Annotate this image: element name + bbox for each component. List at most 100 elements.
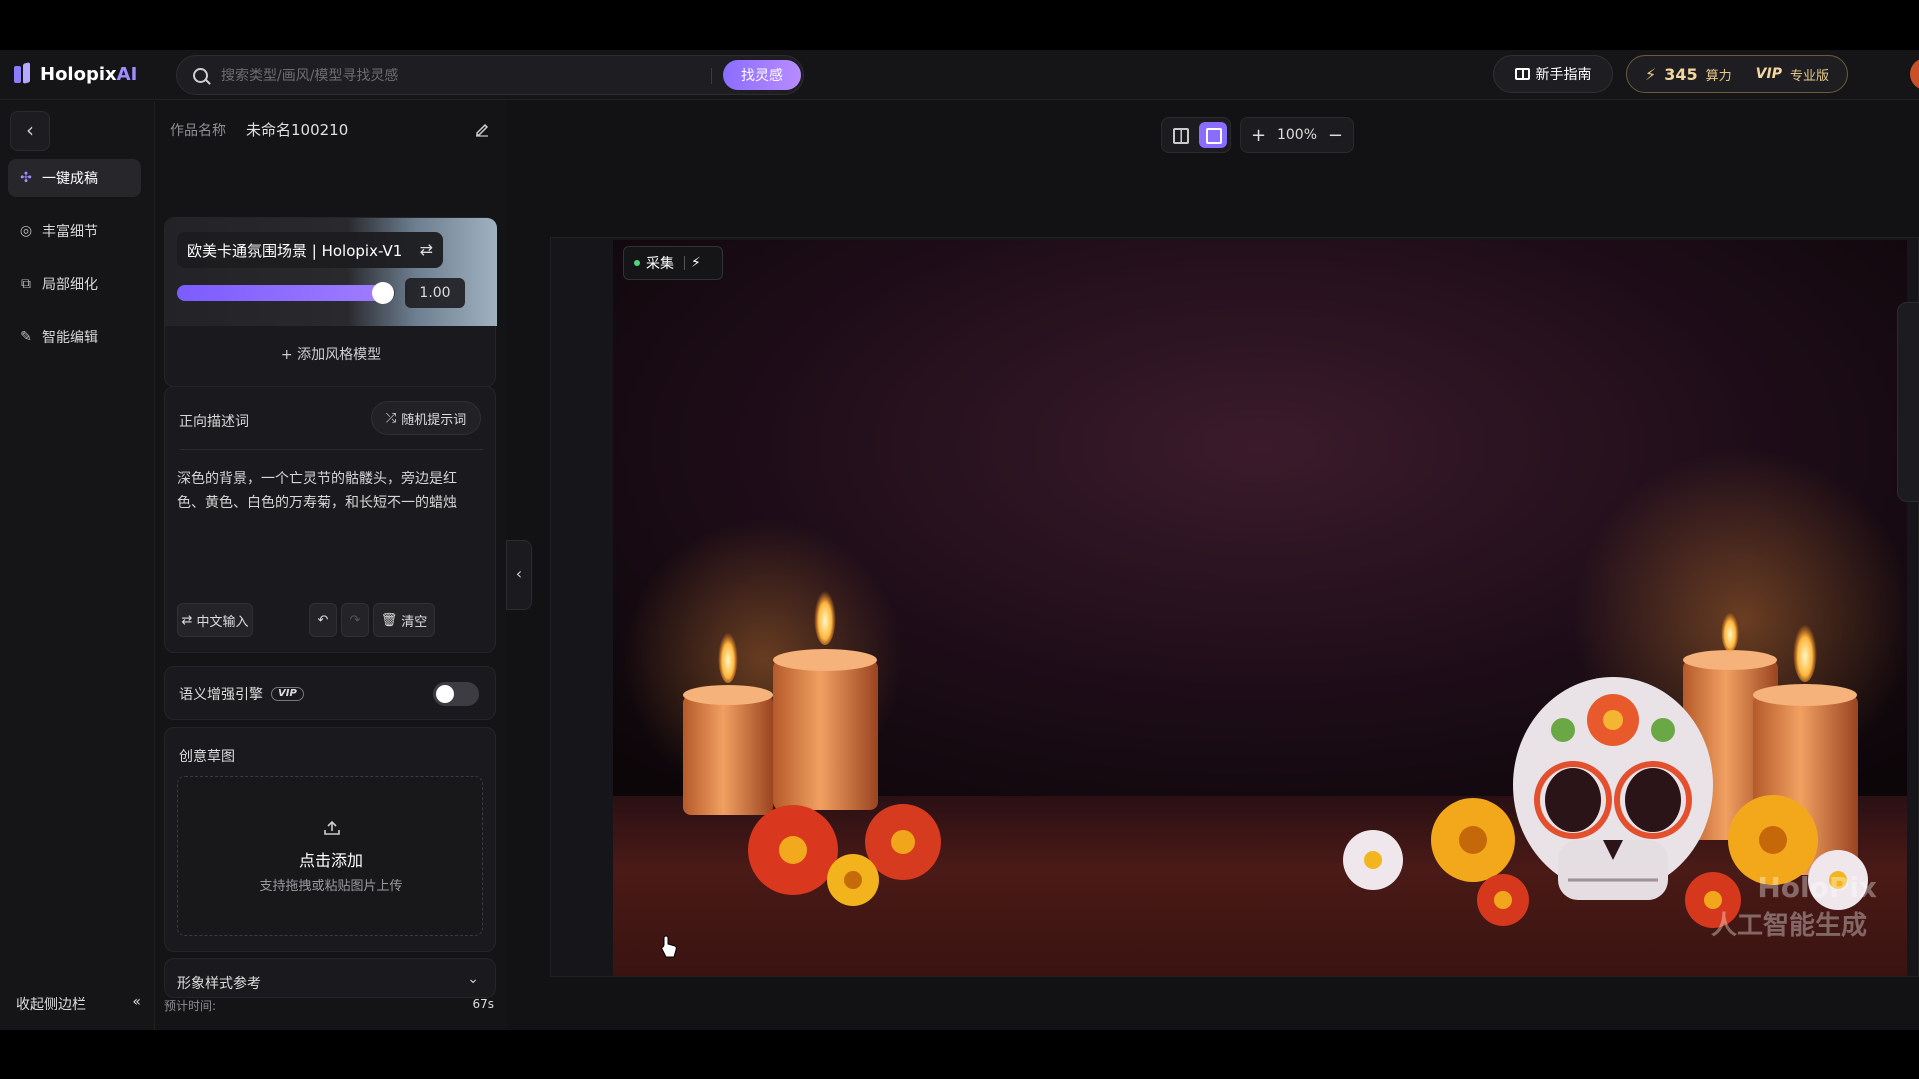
watermark-brand: HoloPix <box>1757 871 1877 904</box>
collapse-sidebar-button[interactable]: 收起侧边栏 « <box>16 994 141 1014</box>
chinese-input-label: 中文输入 <box>196 614 249 630</box>
double-chevron-left-icon: « <box>132 994 141 1010</box>
zoom-level: 100% <box>1276 127 1318 143</box>
nav-item-label: 一键成稿 <box>42 171 98 187</box>
zoom-in-button[interactable]: + <box>1251 125 1266 146</box>
detail-icon: ◎ <box>19 223 33 239</box>
collect-label: 采集 <box>646 256 674 272</box>
trash-icon: 🗑 <box>380 612 398 628</box>
engine-label-row: 语义增强引擎 VIP <box>179 684 304 704</box>
semantic-engine-toggle[interactable] <box>433 682 479 706</box>
bolt-icon: ⚡ <box>1645 64 1657 84</box>
vip-badge: VIP <box>271 687 304 701</box>
chinese-input-button[interactable]: ⇄ 中文输入 <box>177 603 253 637</box>
model-weight-value[interactable]: 1.00 <box>405 278 465 308</box>
toolbar-divider <box>684 256 685 270</box>
chevron-left-icon: ‹ <box>515 564 523 583</box>
points-unit: 算力 <box>1705 68 1732 84</box>
holopix-logo-icon <box>14 63 32 85</box>
model-selector[interactable]: 欧美卡通氛围场景 | Holopix-V1 ⇄ <box>177 232 443 268</box>
search-icon <box>193 68 208 83</box>
work-title-label: 作品名称 <box>170 122 226 139</box>
nav-item-rich-detail[interactable]: ◎ 丰富细节 <box>8 212 141 250</box>
guide-button[interactable]: 新手指南 <box>1493 55 1613 93</box>
swap-icon[interactable]: ⇄ <box>420 240 433 259</box>
sketch-card: 创意草图 点击添加 支持拖拽或粘贴图片上传 <box>164 727 496 952</box>
random-prompt-label: 随机提示词 <box>401 412 467 428</box>
search-bar: 找灵感 <box>176 55 804 95</box>
search-divider <box>711 68 712 84</box>
sketch-label: 创意草图 <box>179 749 235 765</box>
vip-tag: VIP <box>1755 66 1782 82</box>
single-view-button[interactable] <box>1199 122 1227 148</box>
redo-icon: ↷ <box>349 612 361 628</box>
add-style-model-label: 添加风格模型 <box>297 347 382 363</box>
upload-hint: 支持拖拽或粘贴图片上传 <box>259 879 403 894</box>
top-bar: HolopixAI 找灵感 新手指南 ⚡ 345 算力 VIP 专业版 <box>0 50 1919 100</box>
model-thumbnail: 欧美卡通氛围场景 | Holopix-V1 ⇄ 1.00 <box>165 218 497 326</box>
nav-item-label: 丰富细节 <box>42 224 98 240</box>
shuffle-icon: ⤮ <box>385 410 397 426</box>
split-view-button[interactable] <box>1166 122 1194 148</box>
clear-button[interactable]: 🗑 清空 <box>373 603 435 637</box>
status-dot <box>634 260 640 266</box>
view-mode-group <box>1161 117 1231 153</box>
nav-item-smart-edit[interactable]: ✎ 智能编辑 <box>8 318 141 356</box>
zoom-out-button[interactable]: − <box>1328 125 1343 146</box>
bolt-icon[interactable]: ⚡ <box>691 255 701 271</box>
generated-image[interactable]: HoloPix 人工智能生成 <box>613 240 1907 976</box>
model-weight-slider[interactable] <box>177 282 395 304</box>
collapse-panel-button[interactable]: ‹ <box>506 540 532 610</box>
watermark-ai-label: 人工智能生成 <box>1710 911 1867 941</box>
nav-item-one-click[interactable]: ✣ 一键成稿 <box>8 159 141 197</box>
avatar[interactable] <box>1910 58 1919 90</box>
generation-panel: 作品名称 未命名100210 欧美卡通氛围场景 | Holopix-V1 ⇄ 1… <box>156 101 506 1030</box>
logo[interactable]: HolopixAI <box>14 63 137 85</box>
partial-icon: ⧉ <box>21 276 31 292</box>
clear-label: 清空 <box>401 614 428 630</box>
logo-text: HolopixAI <box>40 63 138 85</box>
undo-icon: ↶ <box>317 612 329 628</box>
artwork-illustration <box>623 450 1907 928</box>
points-value: 345 <box>1664 64 1698 84</box>
mouse-cursor-icon <box>661 935 677 958</box>
add-style-model-button[interactable]: + 添加风格模型 <box>165 344 497 364</box>
prompt-card: 正向描述词 ⤮ 随机提示词 深色的背景，一个亡灵节的骷髅头，旁边是红色、黄色、白… <box>164 386 496 653</box>
left-nav: ‹ ✣ 一键成稿 ◎ 丰富细节 ⧉ 局部细化 ✎ 智能编辑 收起侧边栏 « <box>0 101 155 1030</box>
style-reference-label: 形象样式参考 <box>177 976 261 992</box>
estimate-value: 67s <box>472 997 494 1011</box>
zoom-control: + 100% − <box>1240 117 1354 153</box>
slider-thumb[interactable] <box>372 282 394 304</box>
swap-icon: ⇄ <box>181 612 193 628</box>
right-toolbar[interactable] <box>1897 302 1919 502</box>
canvas-area: 采集 ⚡ HoloPix 人工智能生成 <box>550 237 1919 977</box>
undo-button[interactable]: ↶ <box>309 603 337 637</box>
semantic-engine-card: 语义增强引擎 VIP <box>164 666 496 720</box>
estimate-row: 预计时间: 67s <box>164 997 494 1014</box>
app-window: HolopixAI 找灵感 新手指南 ⚡ 345 算力 VIP 专业版 ‹ ✣ … <box>0 50 1919 1030</box>
nav-item-label: 局部细化 <box>42 277 98 293</box>
search-input[interactable] <box>221 65 701 87</box>
random-prompt-button[interactable]: ⤮ 随机提示词 <box>371 401 481 435</box>
find-inspiration-button[interactable]: 找灵感 <box>723 60 801 90</box>
guide-label: 新手指南 <box>1535 67 1592 83</box>
collect-toolbar[interactable]: 采集 ⚡ <box>623 246 723 280</box>
nav-item-partial-refine[interactable]: ⧉ 局部细化 <box>8 265 141 303</box>
collapse-label: 收起侧边栏 <box>16 997 86 1013</box>
sparkle-icon: ✣ <box>20 170 32 186</box>
work-title-row: 作品名称 未命名100210 <box>170 119 490 140</box>
style-model-card: 欧美卡通氛围场景 | Holopix-V1 ⇄ 1.00 + 添加风格模型 <box>164 217 497 387</box>
prompt-textarea[interactable]: 深色的背景，一个亡灵节的骷髅头，旁边是红色、黄色、白色的万寿菊，和长短不一的蜡烛 <box>177 467 483 515</box>
edit-icon[interactable] <box>474 121 490 137</box>
chevron-left-icon: ‹ <box>26 118 34 142</box>
chevron-down-icon[interactable]: ⌄ <box>467 971 479 987</box>
book-icon <box>1514 68 1530 80</box>
style-reference-card[interactable]: 形象样式参考 ⌄ <box>164 958 496 998</box>
back-button[interactable]: ‹ <box>10 111 50 151</box>
engine-label: 语义增强引擎 <box>179 687 263 703</box>
work-title-value: 未命名100210 <box>246 121 349 139</box>
vip-status[interactable]: ⚡ 345 算力 VIP 专业版 <box>1626 55 1848 93</box>
estimate-label: 预计时间: <box>164 999 217 1013</box>
sketch-upload-zone[interactable]: 点击添加 支持拖拽或粘贴图片上传 <box>177 776 483 936</box>
redo-button[interactable]: ↷ <box>341 603 369 637</box>
